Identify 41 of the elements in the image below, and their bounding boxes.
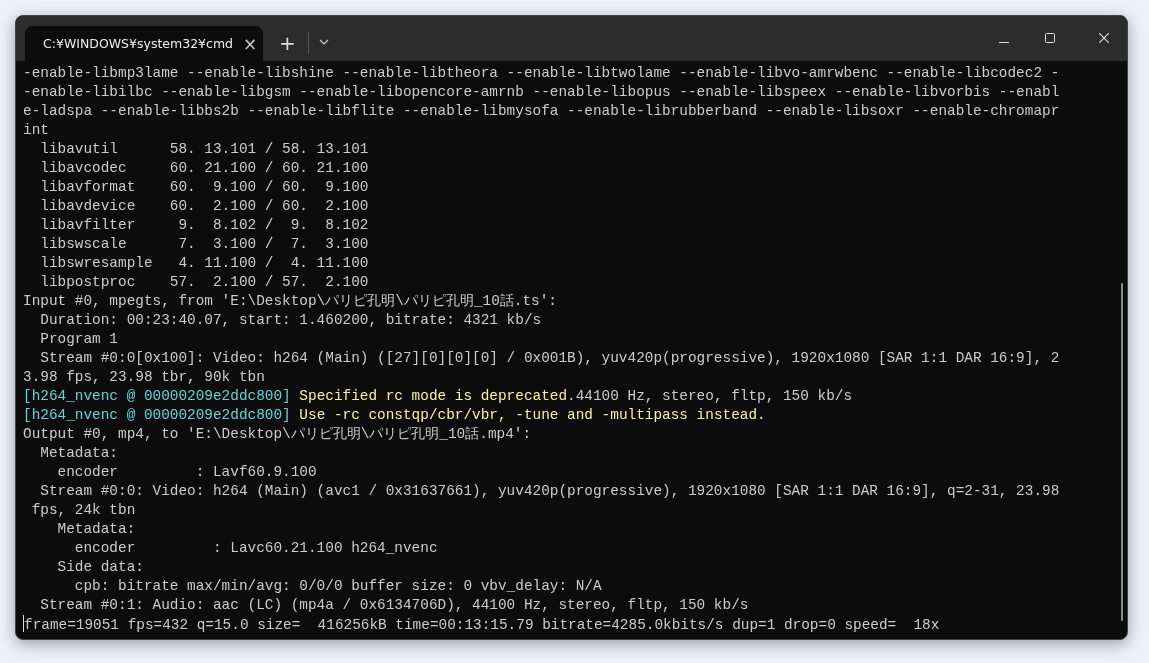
text-cursor — [23, 615, 24, 632]
output-text: frame=19051 fps=432 q=15.0 size= 416256kB time=00:13:15.79 bitrate=4285.0kbits/s dup=1 drop=0 speed= 18x — [24, 617, 940, 633]
console-line: Metadata: — [39, 444, 119, 463]
console-line: encoder : Lavf60.9.100 — [56, 463, 318, 482]
console-line: encoder : Lavc60.21.100 h264_nvenc — [73, 539, 439, 558]
close-icon[interactable] — [1099, 33, 1109, 43]
log-prefix: [h264_nvenc @ 00000209e2ddc800] — [23, 407, 292, 423]
console-line: Program 1 — [39, 330, 119, 349]
console-line: libswresample 4. 11.100 / 4. 11.100 — [39, 254, 370, 273]
console-line: libavformat 60. 9.100 / 60. 9.100 — [39, 178, 370, 197]
console-line: int — [23, 121, 50, 140]
maximize-icon[interactable] — [1045, 33, 1055, 43]
console-line: Output #0, mp4, to 'E:\Desktop\パリピ孔明\パリピ孔明_10話.mp4': — [23, 425, 533, 444]
warning-text: Use -rc constqp/cbr/vbr, -tune and -multipass instead. — [299, 407, 766, 423]
close-tab-button[interactable]: × — [243, 33, 258, 54]
console-line: libavfilter 9. 8.102 / 9. 8.102 — [39, 216, 370, 235]
console-line: libswscale 7. 3.100 / 7. 3.100 — [39, 235, 370, 254]
console-line: fps, 24k tbn — [30, 501, 137, 520]
dropdown-chevron-icon[interactable] — [318, 39, 329, 45]
console-line: cpb: bitrate max/min/avg: 0/0/0 buffer size: 0 vbv_delay: N/A — [73, 577, 603, 596]
console-line: Stream #0:0: Video: h264 (Main) (avc1 / 0x31637661), yuv420p(progressive), 1920x1080 [SAR 1:1 DAR 16:9], q=2-31, 23.98 — [39, 482, 1061, 501]
console-line: Duration: 00:23:40.07, start: 1.460200, bitrate: 4321 kb/s — [39, 311, 543, 330]
console-line: -enable-libilbc --enable-libgsm --enable-libopencore-amrnb --enable-libopus --enable-libspeex --enable-libvorbis --enabl — [23, 83, 1061, 102]
console-line: Input #0, mpegts, from 'E:\Desktop\パリピ孔明\パリピ孔明_10話.ts': — [23, 292, 558, 311]
log-prefix: [h264_nvenc @ 00000209e2ddc800] — [23, 388, 292, 404]
console-line: libavcodec 60. 21.100 / 60. 21.100 — [39, 159, 370, 178]
console-line: 3.98 fps, 23.98 tbr, 90k tbn — [23, 368, 266, 387]
console-line: Metadata: — [56, 520, 137, 539]
console-line: Side data: — [56, 558, 145, 577]
console-line: Stream #0:0[0x100]: Video: h264 (Main) ([27][0][0][0] / 0x001B), yuv420p(progressive), 1920x1080 [SAR 1:1 DAR 16:9], 2 — [39, 349, 1061, 368]
console-line: libavutil 58. 13.101 / 58. 13.101 — [39, 140, 370, 159]
console-line: Stream #0:1: Audio: aac (LC) (mp4a / 0x6134706D), 44100 Hz, stereo, fltp, 150 kb/s — [39, 596, 750, 615]
console-line: -enable-libmp3lame --enable-libshine --enable-libtheora --enable-libtwolame --enable-libvo-amrwbenc --enable-libcodec2 - — [23, 64, 1061, 83]
console-line: libavdevice 60. 2.100 / 60. 2.100 — [39, 197, 370, 216]
terminal-tab[interactable]: C:¥WINDOWS¥system32¥cmd × — [25, 26, 263, 61]
output-text: .44100 Hz, stereo, fltp, 150 kb/s — [567, 388, 853, 404]
console-line: e-ladspa --enable-libbs2b --enable-libflite --enable-libmysofa --enable-librubberband --enable-libsoxr --enable-chromapr — [23, 102, 1061, 121]
console-line: libpostproc 57. 2.100 / 57. 2.100 — [39, 273, 370, 292]
scrollbar[interactable] — [1121, 283, 1123, 621]
new-tab-button[interactable]: + — [279, 31, 296, 55]
warning-text: Specified rc mode is deprecated — [299, 388, 568, 404]
